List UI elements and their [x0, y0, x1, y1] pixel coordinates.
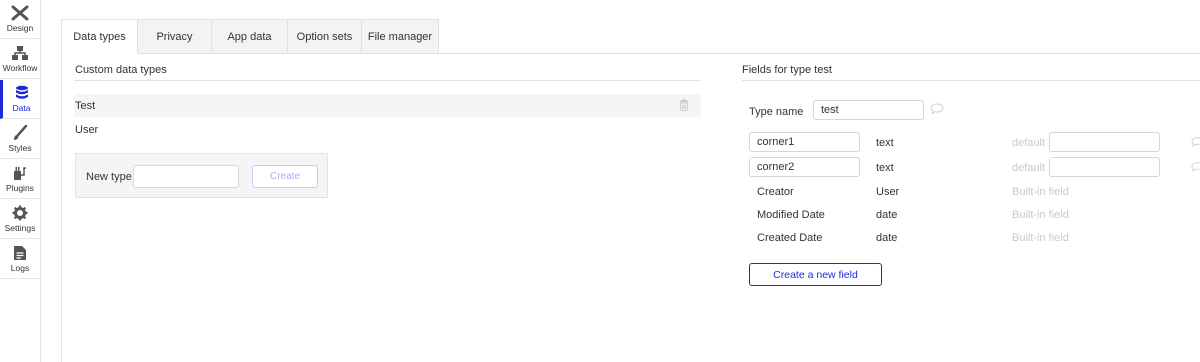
tab-app-data[interactable]: App data	[212, 19, 288, 54]
create-field-button[interactable]: Create a new field	[749, 263, 882, 286]
builtin-field-type: date	[876, 232, 898, 244]
sidebar-item-label: Logs	[10, 263, 30, 273]
builtin-field-type: date	[876, 209, 898, 221]
brush-icon	[10, 124, 30, 142]
default-value-input[interactable]	[1049, 132, 1160, 152]
sidebar-item-label: Styles	[8, 143, 32, 153]
field-name-input[interactable]	[749, 132, 860, 152]
default-label: default	[1012, 162, 1046, 174]
workflow-icon	[10, 44, 30, 62]
fields-title: Fields for type test	[742, 64, 832, 76]
custom-types-title: Custom data types	[75, 64, 167, 76]
tab-bar: Data types Privacy App data Option sets …	[61, 19, 439, 54]
new-type-label: New type	[86, 171, 132, 183]
field-name-input[interactable]	[749, 157, 860, 177]
tab-file-manager[interactable]: File manager	[362, 19, 439, 54]
sidebar-item-label: Data	[12, 103, 31, 113]
comment-icon[interactable]	[1191, 136, 1200, 151]
divider	[742, 80, 1200, 81]
type-row-test[interactable]: Test	[74, 94, 701, 117]
document-icon	[10, 244, 30, 262]
builtin-field-name: Created Date	[757, 232, 823, 244]
type-name: Test	[75, 99, 96, 112]
builtin-field-note: Built-in field	[1012, 232, 1069, 244]
default-label: default	[1012, 137, 1046, 149]
tab-data-types[interactable]: Data types	[61, 19, 138, 54]
tab-option-sets[interactable]: Option sets	[288, 19, 362, 54]
builtin-field-type: User	[876, 186, 900, 198]
type-name: User	[75, 123, 99, 136]
gear-icon	[10, 204, 30, 222]
comment-icon[interactable]	[930, 103, 944, 118]
sidebar-item-label: Plugins	[6, 183, 34, 193]
sidebar-item-design[interactable]: Design	[0, 0, 40, 39]
new-type-form: New type Create	[75, 153, 328, 198]
sidebar-item-styles[interactable]: Styles	[0, 120, 40, 159]
sidebar-item-settings[interactable]: Settings	[0, 200, 40, 239]
type-name-label: Type name	[749, 106, 804, 118]
default-value-input[interactable]	[1049, 157, 1160, 177]
design-icon	[10, 4, 30, 22]
builtin-field-name: Creator	[757, 186, 794, 198]
sidebar-item-label: Design	[6, 23, 34, 33]
builtin-field-note: Built-in field	[1012, 186, 1069, 198]
create-type-button[interactable]: Create	[252, 165, 318, 188]
data-editor: Data types Privacy App data Option sets …	[61, 19, 1200, 362]
new-type-input[interactable]	[133, 165, 239, 188]
builtin-field-note: Built-in field	[1012, 209, 1069, 221]
field-type: text	[876, 137, 894, 149]
sidebar-item-logs[interactable]: Logs	[0, 240, 40, 279]
plugin-icon	[10, 164, 30, 182]
tab-privacy[interactable]: Privacy	[138, 19, 212, 54]
comment-icon[interactable]	[1191, 161, 1200, 176]
sidebar-item-data[interactable]: Data	[0, 80, 40, 119]
field-type: text	[876, 162, 894, 174]
divider	[74, 80, 701, 81]
trash-icon[interactable]	[679, 99, 689, 114]
sidebar-item-label: Settings	[4, 223, 36, 233]
database-icon	[12, 84, 32, 102]
type-name-input[interactable]	[813, 100, 924, 120]
sidebar-item-label: Workflow	[2, 63, 38, 73]
tab-divider	[439, 53, 1200, 54]
sidebar-item-plugins[interactable]: Plugins	[0, 160, 40, 199]
type-row-user[interactable]: User	[74, 118, 701, 141]
app-sidebar: Design Workflow Data Styles Plugins Sett…	[0, 0, 41, 362]
sidebar-item-workflow[interactable]: Workflow	[0, 40, 40, 79]
builtin-field-name: Modified Date	[757, 209, 825, 221]
